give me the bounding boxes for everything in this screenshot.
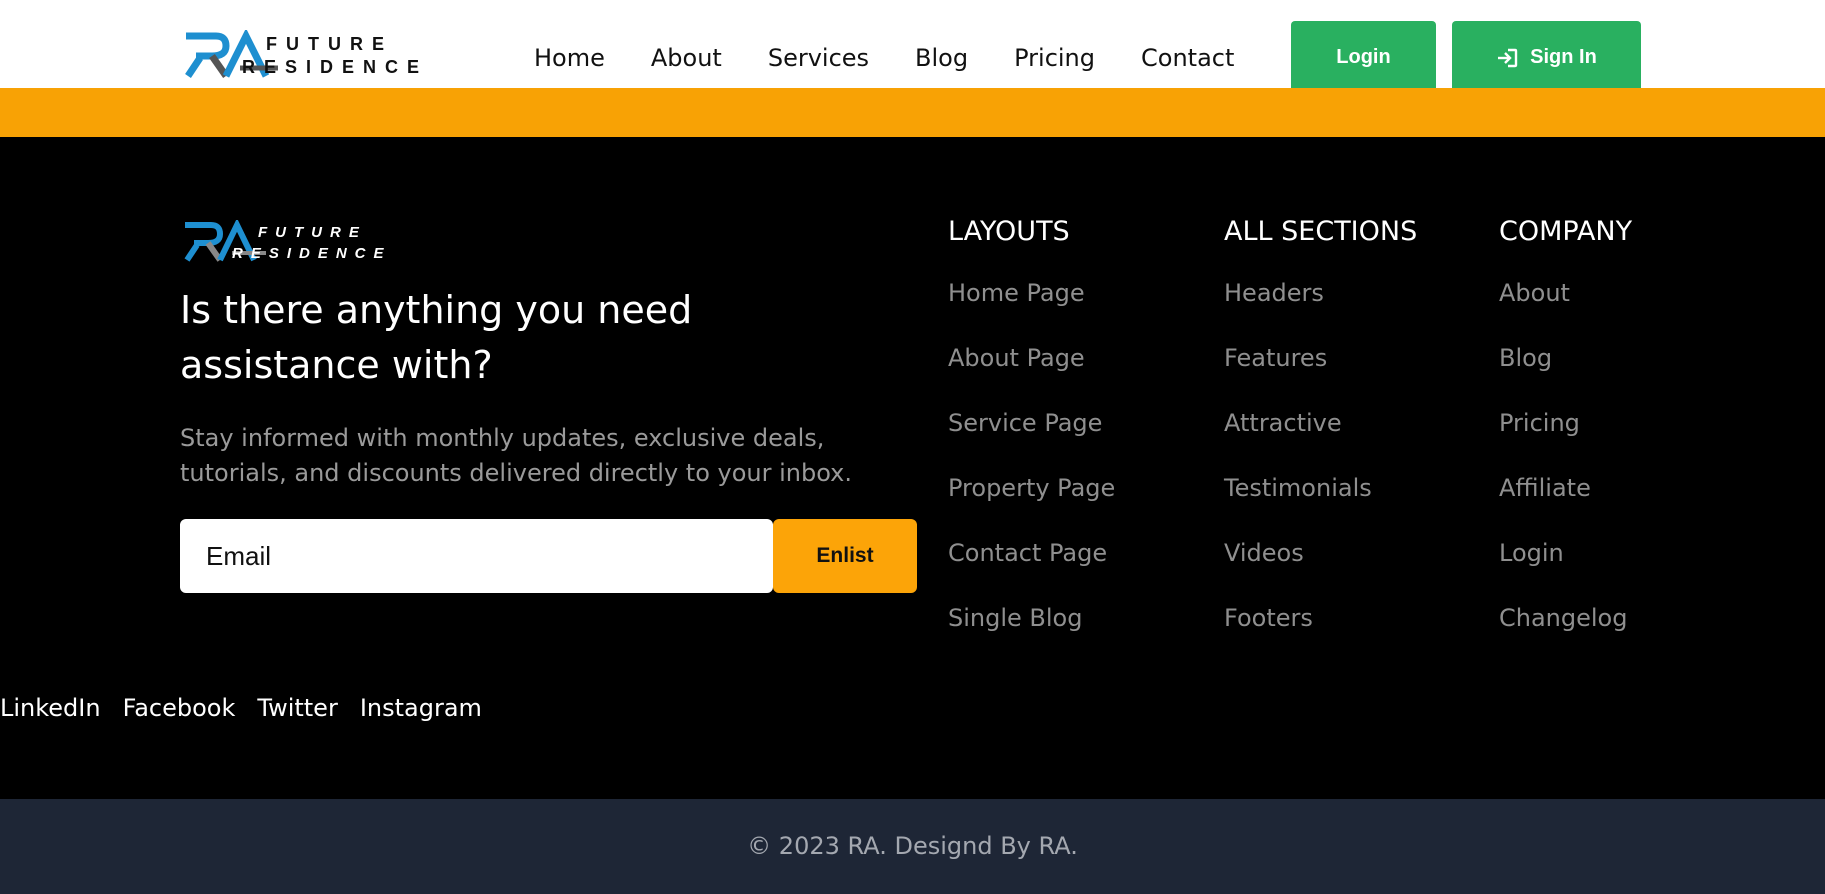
- bottom-bar: © 2023 RA. Designd By RA.: [0, 799, 1825, 894]
- column-title: COMPANY: [1499, 216, 1633, 247]
- footer-link-service-page[interactable]: Service Page: [948, 409, 1102, 437]
- footer-link-affiliate[interactable]: Affiliate: [1499, 474, 1591, 502]
- sign-in-button[interactable]: Sign In: [1452, 21, 1641, 94]
- social-linkedin[interactable]: LinkedIn: [0, 691, 101, 725]
- column-title: ALL SECTIONS: [1224, 216, 1418, 247]
- footer-link-headers[interactable]: Headers: [1224, 279, 1324, 307]
- social-links: LinkedIn Facebook Twitter Instagram: [0, 691, 504, 725]
- nav-blog[interactable]: Blog: [915, 40, 968, 76]
- footer-link-videos[interactable]: Videos: [1224, 539, 1304, 567]
- footer-column-all-sections: ALL SECTIONS Headers Features Attractive…: [1224, 214, 1417, 666]
- social-twitter[interactable]: Twitter: [257, 691, 337, 725]
- social-facebook[interactable]: Facebook: [123, 691, 236, 725]
- footer-link-contact-page[interactable]: Contact Page: [948, 539, 1107, 567]
- footer-link-login[interactable]: Login: [1499, 539, 1564, 567]
- footer-column-layouts: LAYOUTS Home Page About Page Service Pag…: [948, 214, 1115, 666]
- footer-link-footers[interactable]: Footers: [1224, 604, 1313, 632]
- footer-link-attractive[interactable]: Attractive: [1224, 409, 1342, 437]
- footer-logo-graphic: FUTURE RESIDENCE: [184, 220, 392, 262]
- footer-logo-line1: FUTURE: [258, 224, 367, 241]
- email-input[interactable]: [180, 519, 773, 593]
- footer-logo[interactable]: FUTURE RESIDENCE: [182, 220, 412, 266]
- footer-link-pricing[interactable]: Pricing: [1499, 409, 1580, 437]
- footer-link-changelog[interactable]: Changelog: [1499, 604, 1627, 632]
- logo-line2: RESIDENCE: [242, 57, 428, 77]
- footer-link-home-page[interactable]: Home Page: [948, 279, 1085, 307]
- footer-link-testimonials[interactable]: Testimonials: [1224, 474, 1372, 502]
- site-header: FUTURE RESIDENCE Home About Services Blo…: [0, 0, 1825, 94]
- footer-link-about-page[interactable]: About Page: [948, 344, 1085, 372]
- enlist-button[interactable]: Enlist: [773, 519, 917, 593]
- main-nav: Home About Services Blog Pricing Contact: [534, 40, 1234, 76]
- accent-stripe: [0, 88, 1825, 137]
- site-logo[interactable]: FUTURE RESIDENCE: [182, 30, 442, 82]
- sign-in-icon: [1496, 48, 1518, 68]
- login-button-label: Login: [1336, 46, 1391, 68]
- footer-link-blog[interactable]: Blog: [1499, 344, 1552, 372]
- copyright-text: © 2023 RA. Designd By RA.: [747, 832, 1078, 860]
- footer-link-about[interactable]: About: [1499, 279, 1570, 307]
- nav-pricing[interactable]: Pricing: [1014, 40, 1095, 76]
- footer-column-company: COMPANY About Blog Pricing Affiliate Log…: [1499, 214, 1632, 666]
- nav-about[interactable]: About: [651, 40, 722, 76]
- login-button[interactable]: Login: [1291, 21, 1436, 94]
- footer-link-features[interactable]: Features: [1224, 344, 1327, 372]
- logo-graphic: FUTURE RESIDENCE: [185, 30, 428, 79]
- sign-in-button-label: Sign In: [1530, 46, 1597, 68]
- nav-services[interactable]: Services: [768, 40, 869, 76]
- nav-contact[interactable]: Contact: [1141, 40, 1234, 76]
- social-instagram[interactable]: Instagram: [360, 691, 482, 725]
- footer-logo-line2: RESIDENCE: [232, 245, 392, 262]
- footer-headline: Is there anything you need assistance wi…: [180, 288, 693, 387]
- nav-home[interactable]: Home: [534, 40, 605, 76]
- footer-link-property-page[interactable]: Property Page: [948, 474, 1115, 502]
- footer-description: Stay informed with monthly updates, excl…: [180, 424, 853, 487]
- footer-link-single-blog[interactable]: Single Blog: [948, 604, 1082, 632]
- column-title: LAYOUTS: [948, 216, 1070, 247]
- logo-line1: FUTURE: [266, 34, 393, 54]
